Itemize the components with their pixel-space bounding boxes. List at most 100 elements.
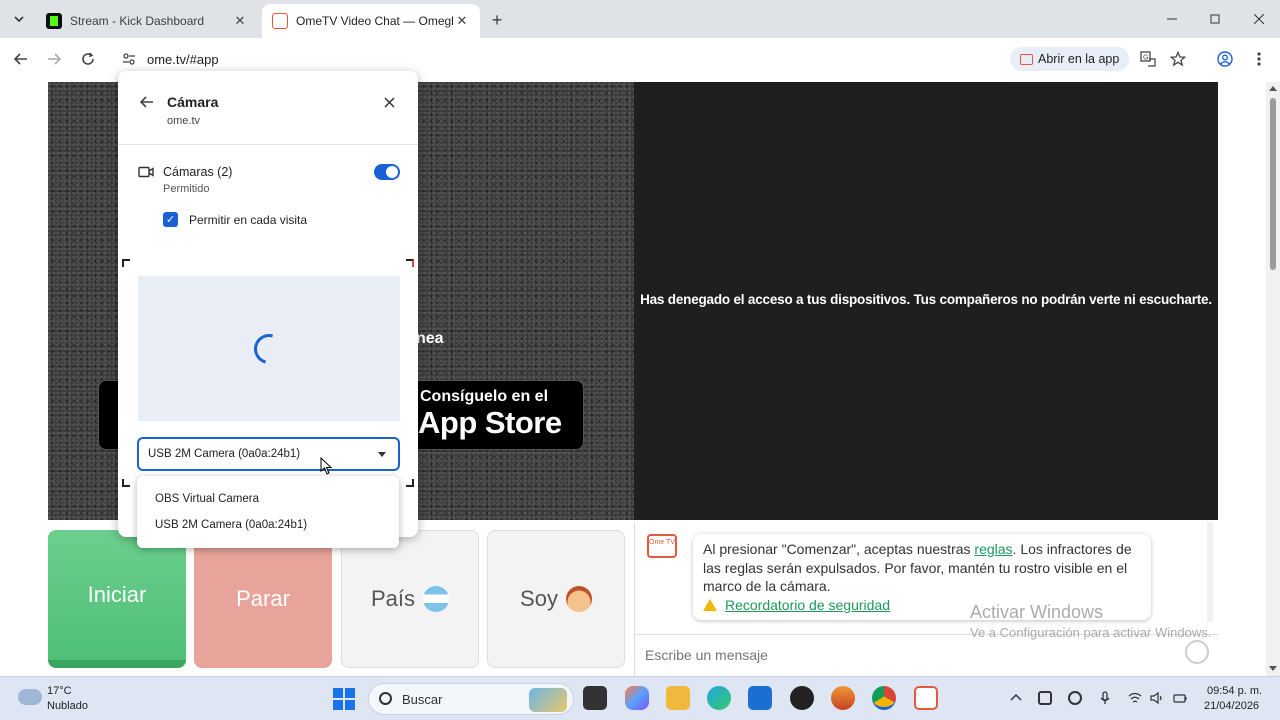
warning-icon xyxy=(703,598,717,611)
popup-site: ome.tv xyxy=(167,115,201,127)
task-view-icon[interactable] xyxy=(583,686,607,710)
tab-search-button[interactable] xyxy=(8,8,30,30)
close-window-icon[interactable] xyxy=(1247,8,1271,30)
copilot-icon[interactable] xyxy=(625,686,649,710)
ometv-logo-icon: Ome TV xyxy=(647,534,677,558)
ometv-app-icon[interactable] xyxy=(914,686,938,710)
chat-message-input[interactable] xyxy=(645,644,1145,666)
menu-icon[interactable] xyxy=(1248,48,1270,70)
video-camera-icon xyxy=(138,166,154,178)
url-text: ome.tv/#app xyxy=(147,52,219,67)
gender-label: Soy xyxy=(520,586,558,611)
tab-title: Stream - Kick Dashboard xyxy=(70,14,205,28)
camera-permission-toggle[interactable] xyxy=(374,164,400,180)
translate-icon[interactable]: G xyxy=(1140,51,1156,67)
taskbar-search[interactable]: Buscar xyxy=(368,683,574,715)
app-store-big-text: App Store xyxy=(418,405,562,440)
windows-taskbar: 17°C Nublado Buscar 09:54 p. m. 21/04/20… xyxy=(0,676,1280,720)
clock-date[interactable]: 21/04/2026 xyxy=(1204,700,1259,712)
activate-windows-watermark: Activar Windows Ve a Configuración para … xyxy=(970,602,1211,640)
camera-preview xyxy=(138,276,400,421)
argentina-flag-icon xyxy=(423,586,450,612)
file-explorer-icon[interactable] xyxy=(666,686,690,710)
toggle-knob xyxy=(386,166,398,178)
activate-windows-title: Activar Windows xyxy=(970,602,1104,622)
start-button[interactable]: Iniciar xyxy=(48,530,186,668)
site-info-icon[interactable] xyxy=(122,52,136,66)
open-in-app-button[interactable]: Abrir en la app xyxy=(1010,47,1130,71)
start-label: Iniciar xyxy=(87,582,147,607)
camera-select[interactable]: USB 2M Camera (0a0a:24b1) xyxy=(137,437,400,471)
allow-each-visit-checkbox[interactable]: ✓ xyxy=(163,212,178,227)
tab-strip: Stream - Kick Dashboard ✕ OmeTV Video Ch… xyxy=(0,0,1280,38)
chrome-icon[interactable] xyxy=(872,686,896,710)
tab-ometv[interactable]: OmeTV Video Chat — Omegle ✕ xyxy=(262,4,480,38)
dropdown-arrow-icon xyxy=(378,452,386,457)
svg-text:G: G xyxy=(1143,55,1148,62)
country-button[interactable]: País xyxy=(341,530,479,668)
kick-favicon-icon xyxy=(46,13,62,29)
tab-close-icon[interactable]: ✕ xyxy=(232,13,248,29)
ometv-app-icon xyxy=(1020,53,1033,65)
maximize-icon[interactable] xyxy=(1203,8,1227,30)
cameras-status: Permitido xyxy=(163,183,210,195)
country-label: País xyxy=(370,586,416,611)
remote-video-area: Has denegado el acceso a tus dispositivo… xyxy=(634,82,1218,520)
fl-studio-icon[interactable] xyxy=(831,686,855,710)
ometv-favicon-icon xyxy=(272,13,288,29)
page-scrollbar[interactable] xyxy=(1266,82,1280,676)
gender-button[interactable]: Soy xyxy=(487,530,625,668)
star-icon[interactable] xyxy=(1170,51,1186,67)
app-store-small-text: Consíguelo en el xyxy=(420,388,549,405)
onedrive-icon[interactable] xyxy=(1068,691,1082,705)
edge-icon[interactable] xyxy=(707,686,731,710)
chat-panel: Ome TV Al presionar "Comenzar", aceptas … xyxy=(634,522,1219,676)
battery-icon[interactable] xyxy=(1173,691,1187,705)
stop-label: Parar xyxy=(236,586,290,611)
new-tab-button[interactable]: + xyxy=(486,9,508,31)
activate-windows-subtitle: Ve a Configuración para activar Windows. xyxy=(970,625,1212,640)
camera-option[interactable]: USB 2M Camera (0a0a:24b1) xyxy=(137,512,399,538)
forward-icon[interactable] xyxy=(43,48,65,70)
clock-time[interactable]: 09:54 p. m. xyxy=(1207,685,1262,697)
emoji-picker-icon[interactable] xyxy=(1185,640,1209,664)
safety-reminder-link[interactable]: Recordatorio de seguridad xyxy=(725,596,890,615)
camera-dropdown-list: OBS Virtual Camera USB 2M Camera (0a0a:2… xyxy=(137,476,399,548)
camera-option[interactable]: OBS Virtual Camera xyxy=(137,486,399,512)
back-arrow-icon[interactable] xyxy=(138,93,156,111)
cameras-label: Cámaras (2) xyxy=(163,165,233,179)
microphone-icon[interactable] xyxy=(1098,691,1112,705)
obs-icon[interactable] xyxy=(790,686,814,710)
allow-each-visit-label: Permitir en cada visita xyxy=(189,213,308,227)
popup-header: Cámara ome.tv xyxy=(118,71,418,145)
access-denied-message: Has denegado el acceso a tus dispositivo… xyxy=(640,292,1212,307)
store-icon[interactable] xyxy=(748,686,772,710)
tab-title: OmeTV Video Chat — Omegle xyxy=(296,14,454,28)
stop-button[interactable]: Parar xyxy=(194,530,332,668)
weather-description: Nublado xyxy=(47,700,88,712)
app-store-badge[interactable]: Consíguelo en el App Store xyxy=(414,380,584,450)
chevron-up-icon[interactable] xyxy=(1009,691,1023,705)
message-text-1: Al presionar "Comenzar", aceptas nuestra… xyxy=(703,541,975,557)
profile-icon[interactable] xyxy=(1214,48,1236,70)
search-highlight-icon xyxy=(529,688,567,712)
scroll-down-icon[interactable] xyxy=(1269,666,1277,671)
popup-title: Cámara xyxy=(167,94,219,110)
volume-icon[interactable] xyxy=(1150,691,1164,705)
search-label: Buscar xyxy=(402,692,443,707)
close-icon[interactable] xyxy=(380,93,398,111)
chevron-down-icon xyxy=(14,16,24,23)
sync-icon[interactable] xyxy=(1038,691,1052,705)
tab-close-icon[interactable]: ✕ xyxy=(454,13,470,29)
loading-spinner-icon xyxy=(248,328,290,369)
windows-start-icon[interactable] xyxy=(333,688,355,710)
scroll-up-icon[interactable] xyxy=(1269,86,1277,91)
scroll-thumb[interactable] xyxy=(1270,98,1276,270)
back-icon[interactable] xyxy=(10,48,32,70)
cloud-icon xyxy=(18,689,42,705)
reload-icon[interactable] xyxy=(77,48,99,70)
wifi-icon[interactable] xyxy=(1128,691,1142,705)
tab-kick-dashboard[interactable]: Stream - Kick Dashboard ✕ xyxy=(36,4,258,38)
minimize-icon[interactable] xyxy=(1160,8,1184,30)
rules-link[interactable]: reglas xyxy=(974,541,1012,557)
